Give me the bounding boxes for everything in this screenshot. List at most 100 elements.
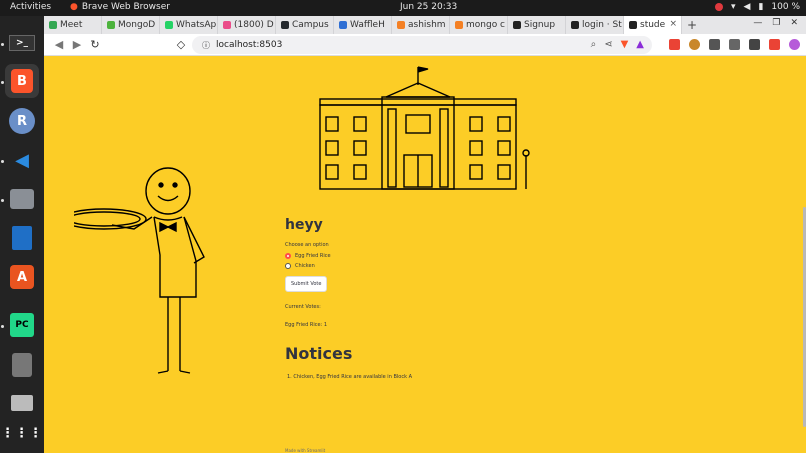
minimize-icon[interactable]: —: [753, 18, 762, 28]
app-name: Brave Web Browser: [81, 2, 170, 12]
wifi-icon: ▾: [731, 2, 736, 12]
app-store-icon[interactable]: A: [5, 260, 39, 294]
reload-icon[interactable]: ↻: [86, 38, 104, 51]
running-indicator: [1, 160, 4, 163]
tab-favicon-icon: [339, 21, 347, 29]
tab-2[interactable]: WhatsAp: [160, 16, 218, 34]
brave-browser-icon[interactable]: B: [5, 64, 39, 98]
tab-7[interactable]: mongo c: [450, 16, 508, 34]
extension-icon[interactable]: [769, 39, 780, 50]
radio-button-selected[interactable]: [285, 253, 291, 259]
tab-0[interactable]: Meet: [44, 16, 102, 34]
tab-label: Signup: [524, 20, 556, 30]
r-language-icon[interactable]: R: [5, 104, 39, 138]
puzzle-icon[interactable]: [709, 39, 720, 50]
text-editor-icon[interactable]: [5, 221, 39, 255]
tab-close-icon[interactable]: ×: [669, 19, 677, 29]
tab-3[interactable]: (1800) D: [218, 16, 276, 34]
url-text[interactable]: localhost:8503: [216, 40, 282, 50]
share-icon[interactable]: ⋖: [604, 39, 612, 50]
extension-icon[interactable]: [669, 39, 680, 50]
tab-label: MongoD: [118, 20, 156, 30]
votes-heading: Current Votes:: [285, 304, 321, 310]
streamlit-footer[interactable]: Made with Streamlit: [285, 448, 325, 453]
tab-4[interactable]: Campus: [276, 16, 334, 34]
download-icon[interactable]: [729, 39, 740, 50]
bookmark-icon[interactable]: ◇: [172, 38, 190, 51]
notice-item: 1. Chicken, Egg Fried Rice are available…: [287, 374, 412, 380]
terminal-icon[interactable]: >_: [5, 26, 39, 60]
site-info-icon[interactable]: ⓘ: [202, 40, 210, 51]
zoom-icon[interactable]: ⌕: [591, 39, 597, 50]
tab-favicon-icon: [571, 21, 579, 29]
running-indicator: [1, 199, 4, 202]
address-bar[interactable]: ⓘ localhost:8503 ⌕ ⋖ ▼ ▲: [192, 36, 652, 54]
tab-label: login · St: [582, 20, 622, 30]
system-tray[interactable]: ▾ ◀ ▮ 100 %: [715, 2, 800, 12]
tab-favicon-icon: [397, 21, 405, 29]
url-actions: ⌕ ⋖ ▼ ▲: [591, 39, 644, 50]
browser-toolbar: ◀ ▶ ↻ ◇ ⓘ localhost:8503 ⌕ ⋖ ▼ ▲ ≡: [44, 34, 806, 56]
notices-heading: Notices: [285, 344, 353, 363]
radio-option-chicken[interactable]: Chicken: [285, 263, 685, 269]
app-menu[interactable]: ● Brave Web Browser: [70, 2, 170, 12]
waiter-illustration: [74, 167, 205, 374]
tab-label: mongo c: [466, 20, 506, 30]
tab-label: ashishm: [408, 20, 446, 30]
vscode-icon[interactable]: ◀: [5, 143, 39, 177]
main-content: heyy Choose an option Egg Fried Rice Chi…: [285, 217, 685, 380]
battery-level: 100 %: [771, 2, 800, 12]
tab-favicon-icon: [455, 21, 463, 29]
show-apps-icon[interactable]: ⋮⋮⋮: [1, 416, 42, 450]
tab-bar: Meet MongoD WhatsAp (1800) D Campus WaffleH as…: [44, 16, 806, 34]
radio-option-egg-fried-rice[interactable]: Egg Fried Rice: [285, 253, 685, 259]
tab-8[interactable]: Signup: [508, 16, 566, 34]
close-window-icon[interactable]: ✕: [790, 18, 798, 28]
battery-icon: ▮: [758, 2, 764, 12]
back-icon[interactable]: ◀: [50, 38, 68, 51]
restore-icon[interactable]: ❐: [772, 18, 780, 28]
sidebar-icon[interactable]: [749, 39, 760, 50]
dock: >_ B R ◀ A PC ⋮⋮⋮: [0, 16, 44, 453]
tab-5[interactable]: WaffleH: [334, 16, 392, 34]
profile-avatar[interactable]: [789, 39, 800, 50]
clock[interactable]: Jun 25 20:33: [400, 2, 457, 12]
pycharm-icon[interactable]: PC: [5, 308, 39, 342]
forward-icon[interactable]: ▶: [68, 38, 86, 51]
tab-label: (1800) D: [234, 20, 274, 30]
tab-10[interactable]: stude ×: [624, 16, 682, 34]
extensions: ≡: [669, 39, 806, 50]
tab-9[interactable]: login · St: [566, 16, 624, 34]
disk-icon[interactable]: [5, 348, 39, 382]
tab-1[interactable]: MongoD: [102, 16, 160, 34]
streamlit-page: heyy Choose an option Egg Fried Rice Chi…: [44, 57, 806, 453]
files-icon[interactable]: [5, 182, 39, 216]
running-indicator: [1, 81, 4, 84]
tab-label: Campus: [292, 20, 329, 30]
tab-favicon-icon: [281, 21, 289, 29]
tab-6[interactable]: ashishm: [392, 16, 450, 34]
running-indicator: [1, 325, 4, 328]
tab-favicon-icon: [513, 21, 521, 29]
system-top-bar: Activities ● Brave Web Browser Jun 25 20…: [0, 0, 806, 16]
tab-favicon-icon: [49, 21, 57, 29]
brave-lion-icon: ●: [70, 2, 78, 12]
page-title: heyy: [285, 217, 323, 233]
drive-icon[interactable]: [5, 386, 39, 420]
submit-vote-button[interactable]: Submit Vote: [285, 276, 328, 292]
radio-button[interactable]: [285, 263, 291, 269]
brave-shields-icon[interactable]: ▼: [621, 39, 629, 50]
running-indicator: [1, 43, 4, 46]
brave-rewards-icon[interactable]: ▲: [636, 39, 644, 50]
tab-favicon-icon: [629, 21, 637, 29]
tab-favicon-icon: [107, 21, 115, 29]
tab-favicon-icon: [223, 21, 231, 29]
activities-button[interactable]: Activities: [10, 2, 51, 12]
tab-label: stude: [640, 20, 666, 30]
new-tab-button[interactable]: +: [682, 16, 702, 34]
vote-count: Egg Fried Rice: 1: [285, 322, 328, 328]
cookie-extension-icon[interactable]: [689, 39, 700, 50]
radio-option-label: Egg Fried Rice: [295, 253, 331, 259]
radio-option-label: Chicken: [295, 263, 315, 269]
tab-favicon-icon: [165, 21, 173, 29]
